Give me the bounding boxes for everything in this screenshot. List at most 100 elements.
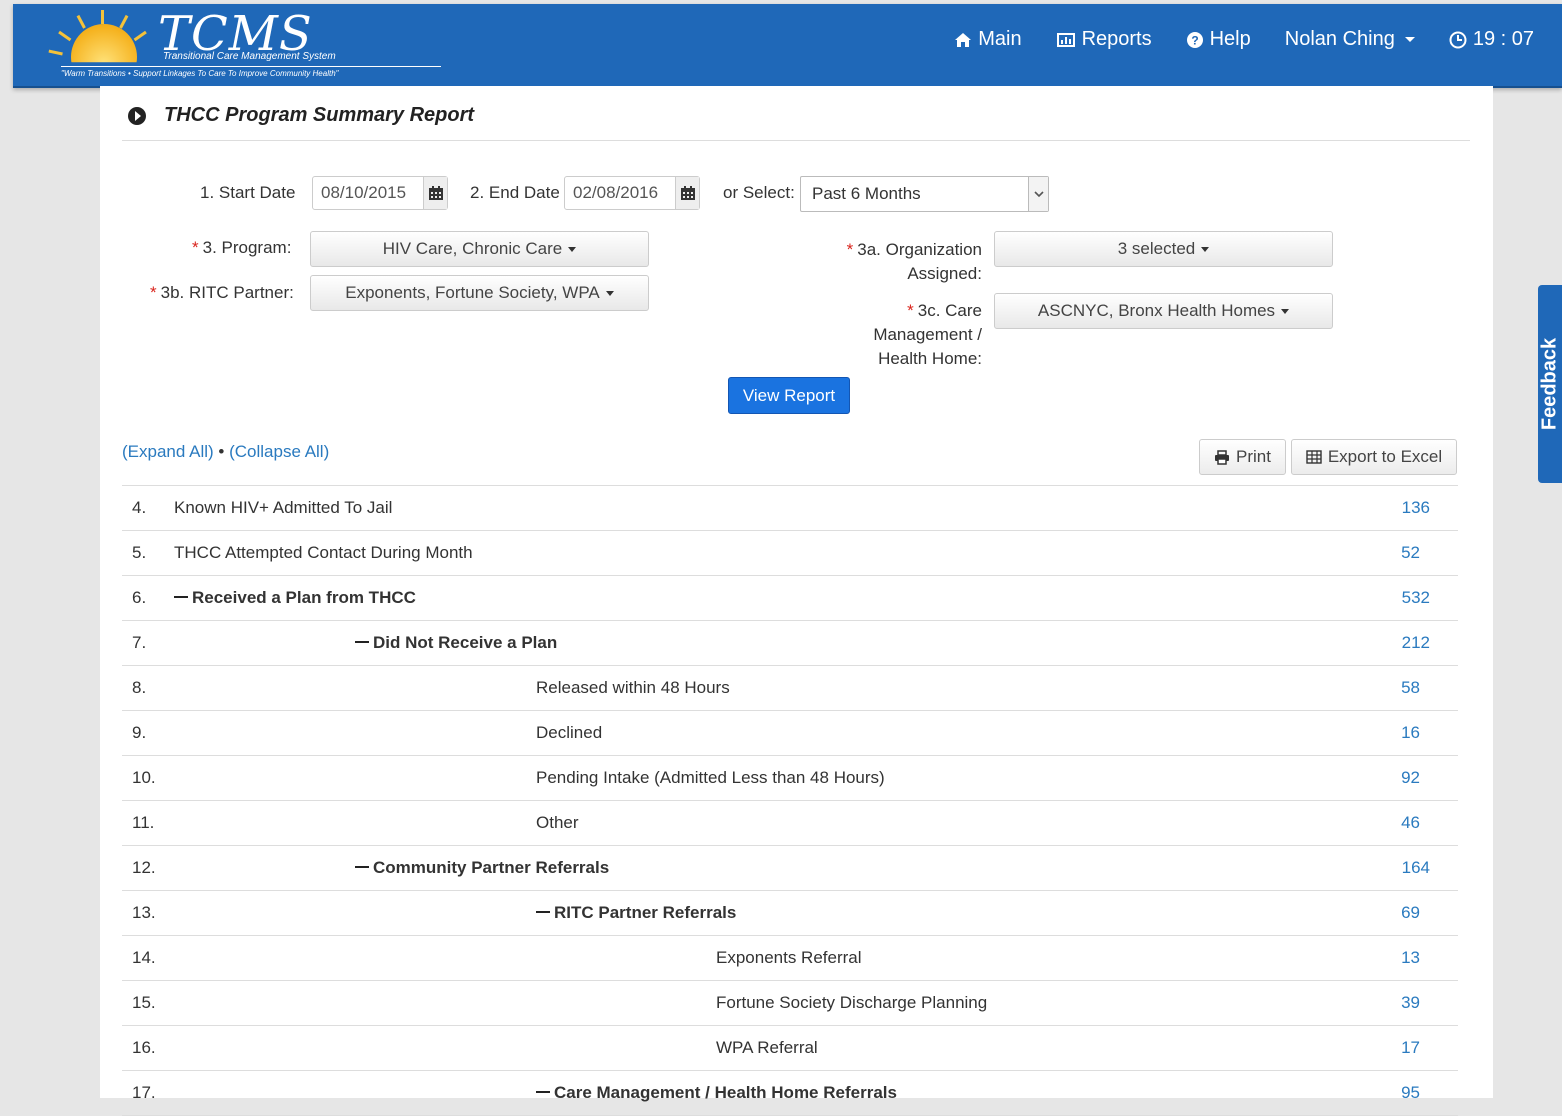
end-date-group bbox=[564, 176, 700, 210]
program-value: HIV Care, Chronic Care bbox=[382, 239, 563, 258]
expand-all-link[interactable]: (Expand All) bbox=[122, 442, 214, 461]
calendar-icon[interactable] bbox=[423, 177, 447, 209]
row-label-text: Other bbox=[536, 813, 579, 832]
collapse-icon[interactable] bbox=[536, 910, 550, 913]
row-value-link[interactable]: 16 bbox=[1401, 723, 1420, 743]
table-row[interactable]: 17. Care Management / Health Home Referra… bbox=[122, 1071, 1458, 1116]
user-name: Nolan Ching bbox=[1284, 28, 1395, 50]
row-number: 5. bbox=[132, 543, 147, 562]
report-panel: THCC Program Summary Report 1. Start Dat… bbox=[100, 86, 1493, 1116]
expand-collapse-links: (Expand All) • (Collapse All) bbox=[122, 442, 329, 462]
collapse-icon[interactable] bbox=[355, 865, 369, 868]
nav-reports[interactable]: Reports bbox=[1056, 28, 1152, 51]
page-title-text: THCC Program Summary Report bbox=[164, 104, 475, 126]
nav-menu: Main Reports ? Help Nolan Ching 19 : 07 bbox=[954, 28, 1534, 51]
row-number: 17. bbox=[132, 1083, 156, 1102]
chevron-down-icon bbox=[1404, 37, 1415, 42]
row-label: THCC Attempted Contact During Month bbox=[174, 543, 473, 563]
print-button[interactable]: Print bbox=[1199, 439, 1286, 475]
row-number: 7. bbox=[132, 633, 147, 652]
export-label: Export to Excel bbox=[1327, 447, 1443, 466]
row-value-link[interactable]: 52 bbox=[1401, 543, 1420, 563]
table-row[interactable]: 13. RITC Partner Referrals 69 bbox=[122, 891, 1458, 936]
top-navbar: TCMS Transitional Care Management System… bbox=[13, 4, 1562, 88]
collapse-icon[interactable] bbox=[355, 640, 369, 643]
nav-help[interactable]: ? Help bbox=[1186, 28, 1251, 51]
row-value-link[interactable]: 95 bbox=[1401, 1083, 1420, 1103]
row-value-link[interactable]: 13 bbox=[1401, 948, 1420, 968]
clock-icon bbox=[1449, 31, 1467, 48]
calendar-icon[interactable] bbox=[675, 177, 699, 209]
row-label-text: Community Partner Referrals bbox=[373, 858, 610, 877]
row-label[interactable]: Did Not Receive a Plan bbox=[355, 633, 557, 653]
nav-main-label: Main bbox=[978, 28, 1022, 50]
program-dropdown[interactable]: HIV Care, Chronic Care bbox=[310, 231, 649, 267]
row-number: 15. bbox=[132, 993, 156, 1012]
row-number: 6. bbox=[132, 588, 147, 607]
row-label[interactable]: Received a Plan from THCC bbox=[174, 588, 416, 608]
start-date-group bbox=[312, 176, 448, 210]
row-value-link[interactable]: 46 bbox=[1401, 813, 1420, 833]
org-dropdown[interactable]: 3 selected bbox=[994, 231, 1333, 267]
row-value-link[interactable]: 58 bbox=[1401, 678, 1420, 698]
required-marker: * bbox=[150, 283, 157, 302]
user-menu[interactable]: Nolan Ching bbox=[1285, 28, 1415, 51]
play-circle-icon[interactable] bbox=[128, 106, 146, 125]
caret-down-icon bbox=[568, 246, 577, 252]
collapse-icon[interactable] bbox=[174, 595, 188, 598]
table-row: 15. Fortune Society Discharge Planning 39 bbox=[122, 981, 1458, 1026]
end-date-label: 2. End Date bbox=[470, 183, 560, 202]
row-label-text: RITC Partner Referrals bbox=[554, 903, 737, 922]
row-label-text: THCC Attempted Contact During Month bbox=[174, 543, 473, 562]
export-excel-button[interactable]: Export to Excel bbox=[1291, 439, 1457, 475]
row-label[interactable]: Community Partner Referrals bbox=[355, 858, 609, 878]
row-label[interactable]: Care Management / Health Home Referrals bbox=[536, 1083, 897, 1103]
end-date-input[interactable] bbox=[565, 177, 675, 209]
row-value-link[interactable]: 212 bbox=[1402, 633, 1430, 653]
table-row: 11. Other 46 bbox=[122, 801, 1458, 846]
collapse-icon[interactable] bbox=[536, 1090, 550, 1093]
row-label[interactable]: RITC Partner Referrals bbox=[536, 903, 736, 923]
care-dropdown[interactable]: ASCNYC, Bronx Health Homes bbox=[994, 293, 1333, 329]
nav-main[interactable]: Main bbox=[954, 28, 1022, 51]
ritc-dropdown[interactable]: Exponents, Fortune Society, WPA bbox=[310, 275, 649, 311]
clock-time: 19 : 07 bbox=[1472, 28, 1534, 50]
print-label: Print bbox=[1236, 447, 1271, 466]
start-date-label: 1. Start Date bbox=[200, 183, 296, 202]
row-value-link[interactable]: 164 bbox=[1402, 858, 1430, 878]
row-number: 14. bbox=[132, 948, 156, 967]
row-label-text: Known HIV+ Admitted To Jail bbox=[174, 498, 393, 517]
view-report-button[interactable]: View Report bbox=[728, 377, 850, 414]
title-divider bbox=[122, 140, 1470, 141]
row-label: Fortune Society Discharge Planning bbox=[716, 993, 987, 1013]
sun-ray bbox=[101, 10, 104, 24]
caret-down-icon bbox=[605, 290, 614, 296]
row-value-link[interactable]: 532 bbox=[1402, 588, 1430, 608]
start-date-input[interactable] bbox=[313, 177, 423, 209]
date-range-select[interactable]: Past 6 Months bbox=[800, 176, 1049, 212]
session-clock: 19 : 07 bbox=[1449, 28, 1534, 51]
tcms-logo[interactable]: TCMS Transitional Care Management System… bbox=[48, 4, 473, 86]
table-row[interactable]: 7. Did Not Receive a Plan 212 bbox=[122, 621, 1458, 666]
table-row: 4. Known HIV+ Admitted To Jail 136 bbox=[122, 486, 1458, 531]
table-row: 9. Declined 16 bbox=[122, 711, 1458, 756]
row-value-link[interactable]: 92 bbox=[1401, 768, 1420, 788]
row-value-link[interactable]: 69 bbox=[1401, 903, 1420, 923]
caret-down-icon bbox=[1281, 308, 1290, 314]
row-value-link[interactable]: 136 bbox=[1402, 498, 1430, 518]
svg-text:?: ? bbox=[1191, 33, 1198, 47]
nav-help-label: Help bbox=[1209, 28, 1251, 50]
row-label-text: Pending Intake (Admitted Less than 48 Ho… bbox=[536, 768, 885, 787]
row-number: 10. bbox=[132, 768, 156, 787]
row-number: 9. bbox=[132, 723, 147, 742]
collapse-all-link[interactable]: (Collapse All) bbox=[229, 442, 329, 461]
table-row[interactable]: 6. Received a Plan from THCC 532 bbox=[122, 576, 1458, 621]
link-separator: • bbox=[218, 442, 225, 461]
table-row[interactable]: 12. Community Partner Referrals 164 bbox=[122, 846, 1458, 891]
row-value-link[interactable]: 17 bbox=[1401, 1038, 1420, 1058]
feedback-tab[interactable]: Feedback bbox=[1538, 285, 1562, 483]
page-title: THCC Program Summary Report bbox=[128, 104, 474, 127]
required-marker: * bbox=[192, 238, 199, 257]
row-value-link[interactable]: 39 bbox=[1401, 993, 1420, 1013]
row-label: WPA Referral bbox=[716, 1038, 818, 1058]
